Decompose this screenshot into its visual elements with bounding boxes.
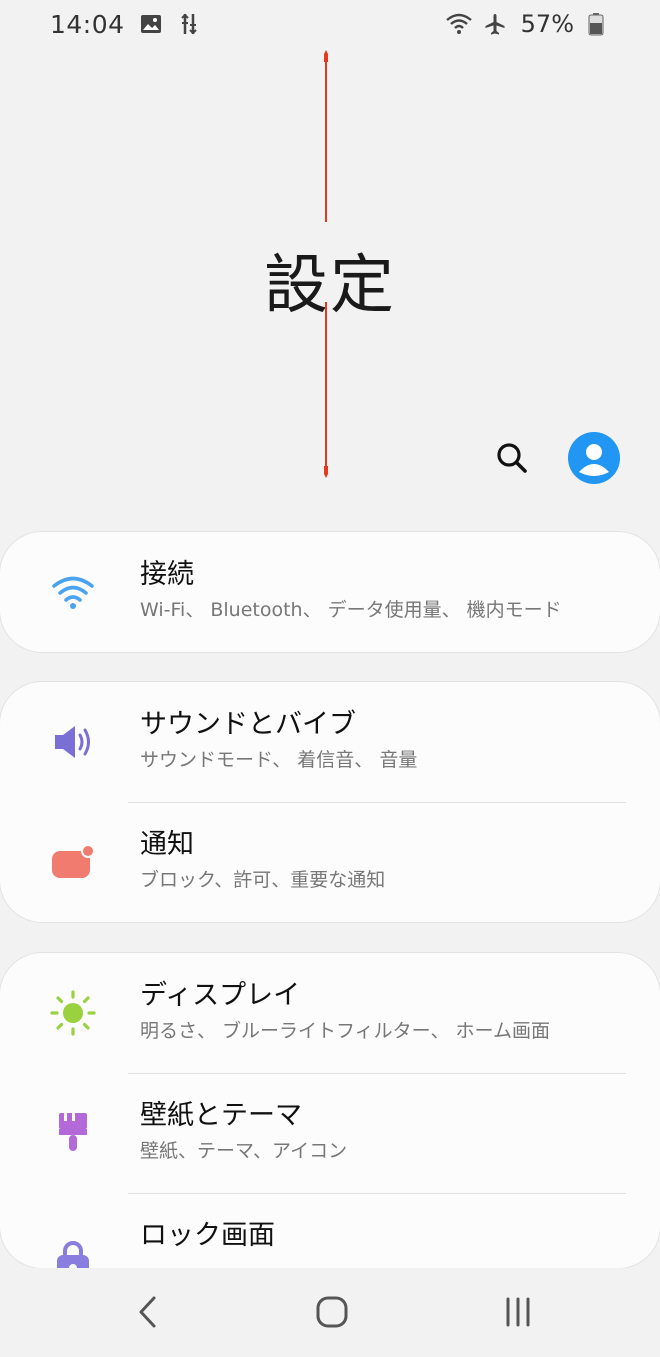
item-subtitle: Wi-Fi、 Bluetooth、 データ使用量、 機内モード xyxy=(140,599,562,621)
account-icon xyxy=(568,432,620,484)
status-bar: 14:04 57% xyxy=(0,0,660,48)
wifi-calling-icon xyxy=(445,12,472,36)
arrow-up-icon xyxy=(324,50,328,222)
data-saver-icon xyxy=(177,12,201,36)
page-title: 設定 xyxy=(264,249,396,323)
back-button[interactable] xyxy=(128,1292,168,1332)
back-icon xyxy=(139,1296,156,1328)
item-title: ロック画面 xyxy=(140,1220,275,1251)
notification-icon xyxy=(50,842,96,882)
account-button[interactable] xyxy=(568,432,620,484)
home-button[interactable] xyxy=(312,1292,352,1332)
battery-icon xyxy=(588,12,612,36)
lock-icon xyxy=(50,1241,96,1268)
wifi-icon xyxy=(50,572,96,612)
status-time: 14:04 xyxy=(50,9,125,39)
search-icon xyxy=(497,443,527,473)
settings-group-connections: 接続 Wi-Fi、 Bluetooth、 データ使用量、 機内モード xyxy=(0,532,660,652)
battery-percent: 57% xyxy=(520,10,574,38)
item-title: 壁紙とテーマ xyxy=(140,1100,302,1131)
search-button[interactable] xyxy=(494,440,530,476)
navigation-bar xyxy=(0,1268,660,1357)
item-title: 接続 xyxy=(140,559,194,590)
recents-button[interactable] xyxy=(498,1292,538,1332)
paintbrush-icon xyxy=(50,1113,96,1153)
airplane-icon xyxy=(483,12,507,36)
title-area: 設定 xyxy=(0,48,660,478)
recents-icon xyxy=(506,1297,530,1327)
arrow-down-icon xyxy=(324,302,328,478)
image-icon xyxy=(139,12,163,36)
settings-item-display[interactable]: ディスプレイ 明るさ、 ブルーライトフィルター、 ホーム画面 xyxy=(0,953,660,1073)
settings-group-display: ディスプレイ 明るさ、 ブルーライトフィルター、 ホーム画面 壁紙とテーマ 壁紙… xyxy=(0,953,660,1268)
item-subtitle: 壁紙、テーマ、アイコン xyxy=(140,1140,348,1162)
settings-item-connections[interactable]: 接続 Wi-Fi、 Bluetooth、 データ使用量、 機内モード xyxy=(0,532,660,652)
home-icon xyxy=(316,1296,348,1328)
settings-group-sound-notifications: サウンドとバイブ サウンドモード、 着信音、 音量 通知 ブロック、許可、重要な… xyxy=(0,682,660,922)
header-actions xyxy=(494,432,620,484)
settings-item-wallpaper-themes[interactable]: 壁紙とテーマ 壁紙、テーマ、アイコン xyxy=(0,1073,660,1193)
speaker-icon xyxy=(50,722,96,762)
item-title: ディスプレイ xyxy=(140,980,301,1011)
item-title: 通知 xyxy=(140,829,194,860)
settings-item-lock-screen[interactable]: ロック画面 xyxy=(0,1193,660,1268)
item-subtitle: ブロック、許可、重要な通知 xyxy=(140,869,386,891)
settings-item-sound[interactable]: サウンドとバイブ サウンドモード、 着信音、 音量 xyxy=(0,682,660,802)
item-subtitle: 明るさ、 ブルーライトフィルター、 ホーム画面 xyxy=(140,1020,550,1042)
brightness-icon xyxy=(50,990,96,1036)
settings-item-notifications[interactable]: 通知 ブロック、許可、重要な通知 xyxy=(0,802,660,922)
item-subtitle: サウンドモード、 着信音、 音量 xyxy=(140,749,418,771)
item-title: サウンドとバイブ xyxy=(140,709,356,740)
